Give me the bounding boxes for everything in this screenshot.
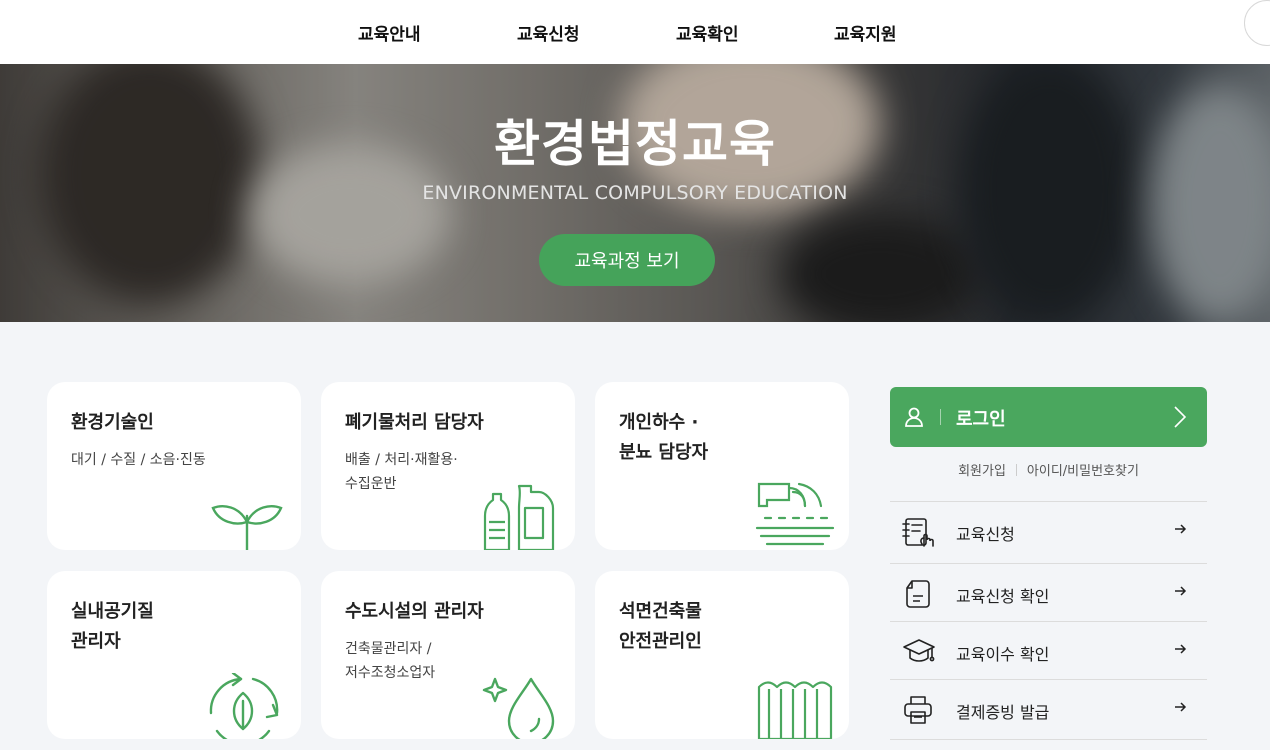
arrow-right-icon [1175,524,1187,534]
arrow-right-icon [1175,586,1187,596]
main-nav: 교육안내 교육신청 교육확인 교육지원 [0,0,1270,64]
card-title: 폐기물처리 담당자 [345,412,484,433]
card-title: 개인하수 · 분뇨 담당자 [619,412,709,463]
account-links: 회원가입 아이디/비밀번호찾기 [890,460,1207,479]
card-sewage-manager[interactable]: 개인하수 · 분뇨 담당자 [595,382,849,550]
chevron-right-icon [1174,406,1187,428]
arrow-right-icon [1175,702,1187,712]
quick-link-label: 교육이수 확인 [956,645,1050,664]
card-desc: 건축물관리자 / 저수조청소업자 [345,641,436,681]
nav-item-education-check[interactable]: 교육확인 [676,20,739,45]
card-desc: 배출 / 처리·재활용· 수집운반 [345,452,458,492]
quick-link-payment-receipt[interactable]: 결제증빙 발급 [890,679,1207,740]
login-button[interactable]: 로그인 [890,387,1207,447]
card-title: 수도시설의 관리자 [345,601,484,622]
hero-subtitle: ENVIRONMENTAL COMPULSORY EDUCATION [422,182,848,204]
hero-banner: 환경법정교육 ENVIRONMENTAL COMPULSORY EDUCATIO… [0,64,1270,322]
card-waste-manager[interactable]: 폐기물처리 담당자 배출 / 처리·재활용· 수집운반 [321,382,575,550]
nav-item-education-info[interactable]: 교육안내 [358,20,421,45]
card-environmental-engineer[interactable]: 환경기술인 대기 / 수질 / 소음·진동 [47,382,301,550]
water-drop-icon [482,677,555,739]
document-icon [906,580,930,608]
card-desc: 대기 / 수질 / 소음·진동 [71,452,206,468]
asbestos-panel-icon [757,681,833,739]
quick-link-label: 교육신청 확인 [956,587,1050,606]
signup-link[interactable]: 회원가입 [958,464,1006,479]
nav-item-education-support[interactable]: 교육지원 [834,20,897,45]
card-title: 환경기술인 [71,412,154,433]
quick-link-label: 교육신청 [956,525,1015,544]
card-asbestos-manager[interactable]: 석면건축물 안전관리인 [595,571,849,739]
hero-title: 환경법정교육 [494,115,776,173]
card-indoor-air-manager[interactable]: 실내공기질 관리자 [47,571,301,739]
quick-link-apply-check[interactable]: 교육신청 확인 [890,563,1207,622]
quick-link-label: 결제증빙 발급 [956,703,1050,722]
top-header: 교육안내 교육신청 교육확인 교육지원 [0,0,1270,64]
arrow-right-icon [1175,644,1187,654]
printer-icon [904,696,932,724]
sewage-pipe-icon [755,482,835,546]
card-title: 석면건축물 안전관리인 [619,601,702,652]
recycle-leaf-icon [209,673,279,739]
card-title: 실내공기질 관리자 [71,601,154,652]
nav-item-education-apply[interactable]: 교육신청 [517,20,580,45]
login-label: 로그인 [956,409,1006,430]
bottles-icon [483,484,555,550]
link-divider [1015,464,1017,476]
quick-link-apply[interactable]: 교육신청 [890,501,1207,560]
login-divider [940,409,941,425]
graduation-cap-icon [903,639,935,662]
apply-icon [902,518,934,547]
quick-link-completion-check[interactable]: 교육이수 확인 [890,621,1207,680]
sprout-icon [211,505,283,550]
card-water-facility-manager[interactable]: 수도시설의 관리자 건축물관리자 / 저수조청소업자 [321,571,575,739]
find-account-link[interactable]: 아이디/비밀번호찾기 [1027,464,1139,479]
user-icon [905,407,923,427]
view-courses-button[interactable]: 교육과정 보기 [539,234,715,286]
